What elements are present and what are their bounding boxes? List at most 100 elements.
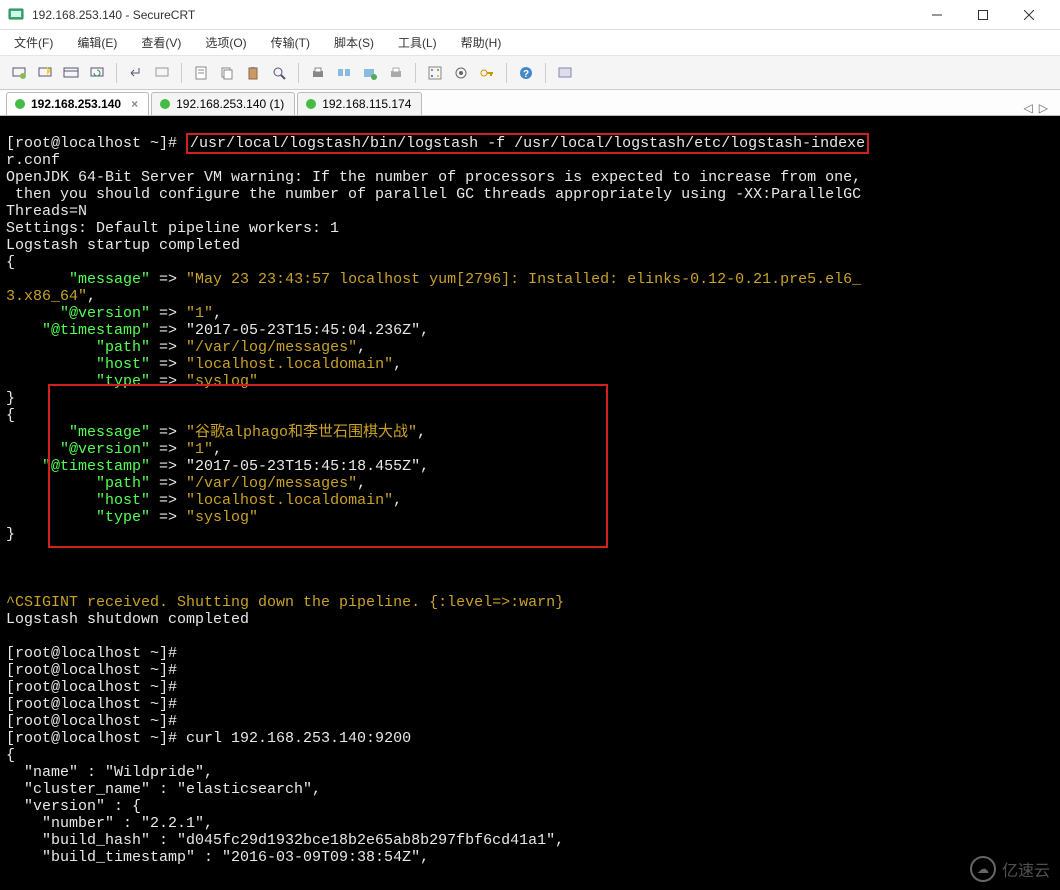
settings-icon[interactable] (450, 62, 472, 84)
new-session-icon[interactable] (359, 62, 381, 84)
val-message: "May 23 23:43:57 localhost yum[2796]: In… (186, 271, 861, 288)
comma: , (357, 339, 366, 356)
toolbar-separator (415, 63, 416, 83)
tab-session-1[interactable]: 192.168.253.140 × (6, 92, 149, 115)
command-logstash: /usr/local/logstash/bin/logstash -f /usr… (186, 133, 869, 154)
comma: , (420, 322, 429, 339)
copy-icon[interactable] (216, 62, 238, 84)
key-type: "type" (6, 509, 150, 526)
window-controls (914, 0, 1052, 30)
svg-text:?: ? (523, 69, 529, 80)
es-build-timestamp: "build_timestamp" : "2016-03-09T09:38:54… (6, 849, 429, 866)
reconnect-icon[interactable] (86, 62, 108, 84)
key-timestamp: "@timestamp" (6, 458, 150, 475)
command-curl: curl 192.168.253.140:9200 (186, 730, 411, 747)
val-host: "localhost.localdomain" (186, 492, 393, 509)
menu-help[interactable]: 帮助(H) (457, 32, 506, 53)
comma: , (213, 305, 222, 322)
close-icon[interactable]: × (131, 97, 138, 111)
key-host: "host" (6, 356, 150, 373)
arrow: => (150, 339, 186, 356)
prompt: [root@localhost ~]# (6, 679, 177, 696)
options-icon[interactable] (424, 62, 446, 84)
terminal[interactable]: [root@localhost ~]# /usr/local/logstash/… (0, 116, 1060, 890)
menu-options[interactable]: 选项(O) (201, 32, 250, 53)
help-icon[interactable]: ? (515, 62, 537, 84)
prompt: [root@localhost ~]# (6, 645, 177, 662)
menu-transfer[interactable]: 传输(T) (267, 32, 314, 53)
tab-session-3[interactable]: 192.168.115.174 (297, 92, 422, 115)
comma: , (213, 441, 222, 458)
enter-icon[interactable] (125, 62, 147, 84)
quick-connect-icon[interactable] (34, 62, 56, 84)
arrow: => (150, 356, 186, 373)
val-message: "谷歌alphago和李世石围棋大战" (186, 424, 417, 441)
tab-label: 192.168.253.140 (31, 97, 121, 111)
arrow: => (150, 305, 186, 322)
status-dot-icon (160, 99, 170, 109)
es-version: "version" : { (6, 798, 141, 815)
comma: , (393, 356, 402, 373)
prompt: [root@localhost ~]# (6, 696, 177, 713)
prompt: [root@localhost ~]# (6, 730, 186, 747)
tab-prev-icon[interactable]: ◁ (1024, 101, 1033, 115)
key-version: "@version" (6, 305, 150, 322)
arrow: => (150, 373, 186, 390)
properties-icon[interactable] (190, 62, 212, 84)
es-build-hash: "build_hash" : "d045fc29d1932bce18b2e65a… (6, 832, 564, 849)
jvm-warning-line: OpenJDK 64-Bit Server VM warning: If the… (6, 169, 861, 186)
tab-next-icon[interactable]: ▷ (1039, 101, 1048, 115)
es-cluster: "cluster_name" : "elasticsearch", (6, 781, 321, 798)
tab-session-2[interactable]: 192.168.253.140 (1) (151, 92, 295, 115)
maximize-button[interactable] (960, 0, 1006, 30)
menu-edit[interactable]: 编辑(E) (73, 32, 121, 53)
printer2-icon[interactable] (385, 62, 407, 84)
sessions-icon[interactable] (333, 62, 355, 84)
arrow: => (150, 271, 186, 288)
cloud-icon: ☁ (970, 856, 996, 882)
val-type: "syslog" (186, 509, 258, 526)
toolbar-separator (116, 63, 117, 83)
menu-script[interactable]: 脚本(S) (330, 32, 378, 53)
minimize-button[interactable] (914, 0, 960, 30)
val-path: "/var/log/messages" (186, 339, 357, 356)
print-icon[interactable] (307, 62, 329, 84)
toolbar-extra-icon[interactable] (554, 62, 576, 84)
titlebar: 192.168.253.140 - SecureCRT (0, 0, 1060, 30)
prompt: [root@localhost ~]# (6, 662, 177, 679)
menu-file[interactable]: 文件(F) (10, 32, 57, 53)
key-path: "path" (6, 475, 150, 492)
prompt: [root@localhost ~]# (6, 135, 186, 152)
status-dot-icon (306, 99, 316, 109)
brace: { (6, 254, 15, 271)
key-message: "message" (6, 271, 150, 288)
toolbar-separator (298, 63, 299, 83)
menu-tools[interactable]: 工具(L) (394, 32, 441, 53)
comma: , (357, 475, 366, 492)
shutdown-line: Logstash shutdown completed (6, 611, 249, 628)
arrow: => (150, 509, 186, 526)
connect-icon[interactable] (8, 62, 30, 84)
key-timestamp: "@timestamp" (6, 322, 150, 339)
paste-icon[interactable] (242, 62, 264, 84)
toolbar-separator (545, 63, 546, 83)
find-icon[interactable] (268, 62, 290, 84)
connect-bar-icon[interactable] (60, 62, 82, 84)
tabbar: 192.168.253.140 × 192.168.253.140 (1) 19… (0, 90, 1060, 116)
es-name: "name" : "Wildpride", (6, 764, 213, 781)
close-button[interactable] (1006, 0, 1052, 30)
toolbar-separator (506, 63, 507, 83)
tab-label: 192.168.115.174 (322, 97, 411, 111)
val-message-cont: 3.x86_64" (6, 288, 87, 305)
comma: , (417, 424, 426, 441)
val-version: "1" (186, 441, 213, 458)
menu-view[interactable]: 查看(V) (137, 32, 185, 53)
command-logstash-cont: r.conf (6, 152, 60, 169)
key-path: "path" (6, 339, 150, 356)
key-icon[interactable] (476, 62, 498, 84)
window-title: 192.168.253.140 - SecureCRT (32, 8, 914, 22)
sigint-line: ^CSIGINT received. Shutting down the pip… (6, 594, 564, 611)
val-path: "/var/log/messages" (186, 475, 357, 492)
jvm-warning-line: Threads=N (6, 203, 87, 220)
disconnect-icon[interactable] (151, 62, 173, 84)
